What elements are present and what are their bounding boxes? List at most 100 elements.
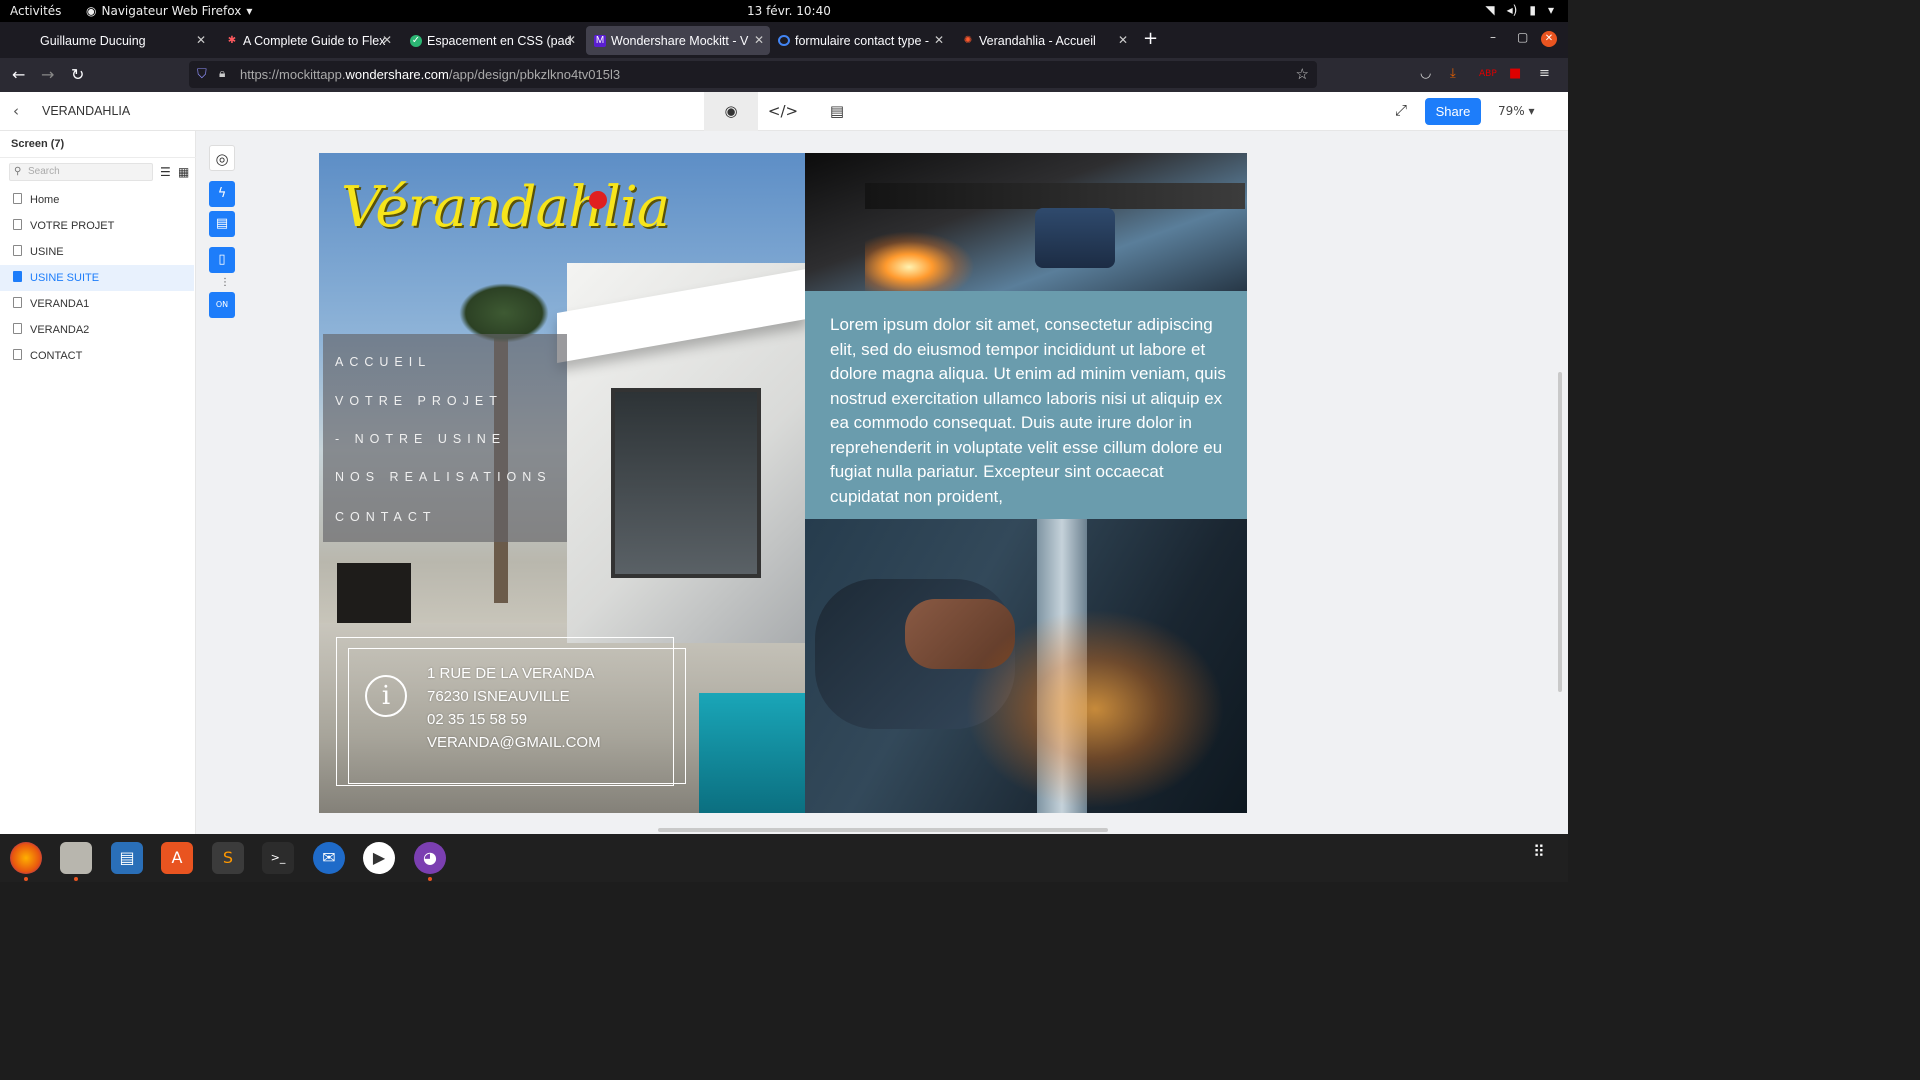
extension-icon[interactable]: ■ bbox=[1509, 66, 1521, 81]
chevron-down-icon: ▾ bbox=[1547, 3, 1554, 17]
lightning-icon[interactable]: ϟ bbox=[209, 181, 235, 207]
device-icon[interactable]: ▯ bbox=[209, 247, 235, 273]
lorem-paragraph: Lorem ipsum dolor sit amet, consectetur … bbox=[830, 315, 1226, 506]
tab-espacement-css[interactable]: ✓ Espacement en CSS (pad ✕ bbox=[402, 26, 582, 55]
toggle-on-icon[interactable]: ON bbox=[209, 292, 235, 318]
forward-arrow-icon[interactable]: → bbox=[41, 65, 54, 84]
page-item-veranda1[interactable]: VERANDA1 bbox=[0, 291, 194, 317]
terminal-icon[interactable]: >_ bbox=[262, 842, 294, 874]
menu-item-accueil[interactable]: ACCUEIL bbox=[335, 355, 431, 369]
fullscreen-expand-icon[interactable]: ⤢ bbox=[1395, 101, 1407, 119]
page-item-usine[interactable]: USINE bbox=[0, 239, 194, 265]
chevron-down-icon: ▾ bbox=[246, 4, 253, 18]
close-icon[interactable]: ✕ bbox=[566, 33, 576, 47]
system-tray[interactable]: ◥ ◂) ▮ ▾ bbox=[1485, 3, 1554, 17]
activities-button[interactable]: Activités bbox=[10, 4, 61, 18]
page-label: VERANDA2 bbox=[30, 324, 90, 336]
steel-beam bbox=[865, 183, 1245, 209]
more-dots-icon[interactable]: ⋮ bbox=[220, 277, 230, 288]
search-input[interactable]: ⚲ Search bbox=[9, 163, 153, 181]
page-item-contact[interactable]: CONTACT bbox=[0, 343, 194, 369]
screens-sidebar: Screen (7) ⚲ Search ☰ ▦ Home VOTRE PROJE… bbox=[0, 131, 196, 834]
comment-icon[interactable]: ▤ bbox=[810, 92, 864, 131]
target-icon[interactable]: ◎ bbox=[209, 145, 235, 171]
show-applications-icon[interactable]: ⠿ bbox=[1533, 844, 1546, 860]
menu-item-notre-usine[interactable]: - NOTRE USINE bbox=[335, 432, 506, 446]
back-chevron-icon[interactable]: ‹ bbox=[13, 102, 19, 120]
close-icon[interactable]: ✕ bbox=[1118, 33, 1128, 47]
thunderbird-icon[interactable]: ✉ bbox=[313, 842, 345, 874]
tab-flex-guide[interactable]: ✱ A Complete Guide to Flex ✕ bbox=[218, 26, 398, 55]
bookmark-star-icon[interactable]: ☆ bbox=[1296, 65, 1309, 83]
menu-item-nos-realisations[interactable]: NOS REALISATIONS bbox=[335, 470, 552, 484]
tab-mockitt[interactable]: M Wondershare Mockitt - V ✕ bbox=[586, 26, 770, 55]
url-bar[interactable]: ⛉ 🔒︎ https://mockittapp.wondershare.com/… bbox=[189, 61, 1317, 88]
url-text[interactable]: https://mockittapp.wondershare.com/app/d… bbox=[240, 67, 620, 82]
sublime-text-icon[interactable]: S bbox=[212, 842, 244, 874]
notes-icon[interactable]: ▤ bbox=[209, 211, 235, 237]
navigation-toolbar: ← → ↻ ⛉ 🔒︎ https://mockittapp.wondershar… bbox=[0, 58, 1568, 92]
software-center-icon[interactable]: A bbox=[161, 842, 193, 874]
google-favicon-icon bbox=[778, 35, 790, 46]
screen-heading: Screen (7) bbox=[11, 138, 65, 150]
info-icon: i bbox=[365, 675, 407, 717]
close-icon[interactable]: ✕ bbox=[382, 33, 392, 47]
close-icon[interactable]: ✕ bbox=[934, 33, 944, 47]
contact-city: 76230 ISNEAUVILLE bbox=[427, 688, 570, 705]
window-close-button[interactable]: ✕ bbox=[1541, 31, 1557, 47]
tab-formulaire-contact[interactable]: formulaire contact type - ✕ bbox=[770, 26, 950, 55]
video-player-icon[interactable]: ▶ bbox=[363, 842, 395, 874]
menu-item-votre-projet[interactable]: VOTRE PROJET bbox=[335, 394, 503, 408]
page-item-veranda2[interactable]: VERANDA2 bbox=[0, 317, 194, 343]
page-item-home[interactable]: Home bbox=[0, 187, 194, 213]
pocket-icon[interactable]: ◡ bbox=[1420, 66, 1431, 81]
code-icon[interactable]: </> bbox=[756, 92, 810, 131]
battery-icon: ▮ bbox=[1529, 3, 1536, 17]
clock[interactable]: 13 févr. 10:40 bbox=[747, 4, 831, 18]
writer-icon[interactable]: ▤ bbox=[111, 842, 143, 874]
tab-guillaume-ducuing[interactable]: Guillaume Ducuing ✕ bbox=[32, 26, 212, 55]
files-icon[interactable] bbox=[60, 842, 92, 874]
running-indicator bbox=[428, 877, 432, 881]
reload-icon[interactable]: ↻ bbox=[71, 65, 84, 84]
close-icon[interactable]: ✕ bbox=[754, 33, 764, 47]
tab-label: formulaire contact type - bbox=[795, 33, 930, 48]
tab-bar: Guillaume Ducuing ✕ ✱ A Complete Guide t… bbox=[0, 22, 1568, 58]
horizontal-scrollbar[interactable] bbox=[658, 828, 1108, 832]
firefox-icon[interactable] bbox=[10, 842, 42, 874]
hamburger-menu-icon[interactable]: ≡ bbox=[1539, 66, 1550, 81]
tracking-shield-icon[interactable]: ⛉ bbox=[197, 66, 207, 82]
page-item-usine-suite[interactable]: USINE SUITE bbox=[0, 265, 194, 291]
download-icon[interactable]: ⤓ bbox=[1450, 66, 1456, 81]
app-menu[interactable]: ◉ Navigateur Web Firefox ▾ bbox=[86, 4, 252, 18]
grinding-photo bbox=[805, 519, 1247, 813]
grid-view-icon[interactable]: ▦ bbox=[178, 165, 189, 179]
design-artboard[interactable]: Vérandahlia ACCUEIL VOTRE PROJET - NOTRE… bbox=[319, 153, 1247, 813]
minimize-icon[interactable]: – bbox=[1490, 30, 1496, 44]
verandahlia-favicon-icon: ✺ bbox=[963, 34, 973, 46]
close-icon[interactable]: ✕ bbox=[196, 33, 206, 47]
vertical-scrollbar[interactable] bbox=[1558, 372, 1562, 692]
planter bbox=[337, 563, 411, 623]
lock-icon[interactable]: 🔒︎ bbox=[219, 66, 225, 81]
site-menu: ACCUEIL VOTRE PROJET - NOTRE USINE NOS R… bbox=[323, 334, 567, 542]
zoom-dropdown[interactable]: 79% ▾ bbox=[1498, 104, 1535, 118]
share-button[interactable]: Share bbox=[1425, 98, 1481, 125]
adblock-icon[interactable]: ABP bbox=[1479, 69, 1497, 79]
list-view-icon[interactable]: ☰ bbox=[160, 165, 171, 179]
github-icon[interactable]: ◕ bbox=[414, 842, 446, 874]
preview-eye-icon[interactable]: ◉ bbox=[704, 92, 758, 131]
maximize-icon[interactable]: ▢ bbox=[1517, 30, 1528, 44]
new-tab-button[interactable]: + bbox=[1143, 28, 1158, 49]
menu-item-contact[interactable]: CONTACT bbox=[335, 510, 437, 524]
back-arrow-icon[interactable]: ← bbox=[12, 65, 25, 84]
page-icon bbox=[13, 245, 22, 256]
tab-verandahlia-accueil[interactable]: ✺ Verandahlia - Accueil ✕ bbox=[954, 26, 1134, 55]
app-menu-label: Navigateur Web Firefox bbox=[101, 4, 242, 18]
welding-photo bbox=[805, 153, 1247, 291]
page-icon bbox=[13, 219, 22, 230]
page-label: USINE bbox=[30, 246, 64, 258]
page-item-votre-projet[interactable]: VOTRE PROJET bbox=[0, 213, 194, 239]
pool bbox=[699, 693, 805, 813]
wifi-icon: ◥ bbox=[1485, 3, 1495, 17]
